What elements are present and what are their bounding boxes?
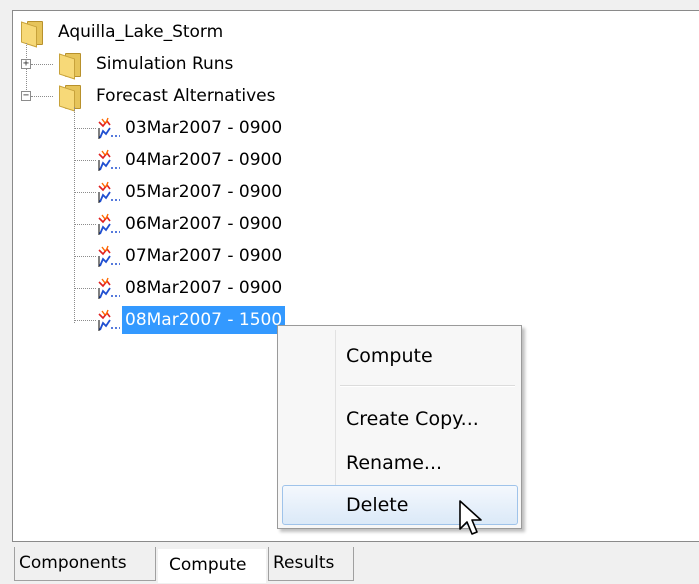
menu-separator: [340, 385, 515, 387]
tree-node-forecast-alternatives[interactable]: − Forecast Alternatives: [21, 81, 341, 112]
forecast-alternative-item[interactable]: 07Mar2007 - 0900: [74, 241, 334, 271]
forecast-alternative-icon: [96, 276, 120, 300]
tab-results[interactable]: Results: [268, 547, 354, 581]
forecast-alternative-icon: [96, 244, 120, 268]
tab-components[interactable]: Components: [14, 547, 156, 581]
forecast-alternative-label: 03Mar2007 - 0900: [125, 118, 283, 138]
tree-node-label: Simulation Runs: [96, 54, 234, 74]
tree-root-label: Aquilla_Lake_Storm: [58, 22, 224, 42]
forecast-alternative-icon: [96, 148, 120, 172]
menu-item-compute[interactable]: Compute: [282, 338, 518, 374]
forecast-alternative-item[interactable]: 04Mar2007 - 0900: [74, 145, 334, 175]
tree-node-simulation-runs[interactable]: + Simulation Runs: [21, 49, 321, 80]
forecast-alternative-label: 06Mar2007 - 0900: [125, 214, 283, 234]
forecast-alternative-label: 07Mar2007 - 0900: [125, 246, 283, 266]
forecast-alternative-item[interactable]: 06Mar2007 - 0900: [74, 209, 334, 239]
forecast-alternative-label: 05Mar2007 - 0900: [125, 182, 283, 202]
menu-item-rename[interactable]: Rename...: [282, 445, 518, 481]
forecast-alternative-label: 08Mar2007 - 0900: [125, 278, 283, 298]
forecast-alternative-item[interactable]: 08Mar2007 - 0900: [74, 273, 334, 303]
forecast-alternative-item[interactable]: 03Mar2007 - 0900: [74, 113, 334, 143]
forecast-alternative-icon: [96, 212, 120, 236]
mouse-pointer-icon: [459, 500, 482, 535]
tab-compute[interactable]: Compute: [158, 549, 266, 583]
forecast-alternative-icon: [96, 180, 120, 204]
expand-plus-icon[interactable]: +: [21, 59, 31, 69]
folder-icon: [21, 21, 43, 48]
forecast-alternative-label: 04Mar2007 - 0900: [125, 150, 283, 170]
menu-item-create-copy[interactable]: Create Copy...: [282, 401, 518, 437]
folder-icon: [59, 85, 81, 112]
folder-icon: [59, 53, 81, 80]
forecast-alternative-icon: [96, 308, 120, 332]
tree-node-label: Forecast Alternatives: [96, 86, 276, 106]
forecast-alternative-label: 08Mar2007 - 1500: [122, 306, 286, 334]
forecast-alternative-item[interactable]: 05Mar2007 - 0900: [74, 177, 334, 207]
context-menu: Compute Create Copy... Rename... Delete: [277, 325, 522, 529]
collapse-minus-icon[interactable]: −: [21, 91, 31, 101]
forecast-alternative-icon: [96, 116, 120, 140]
